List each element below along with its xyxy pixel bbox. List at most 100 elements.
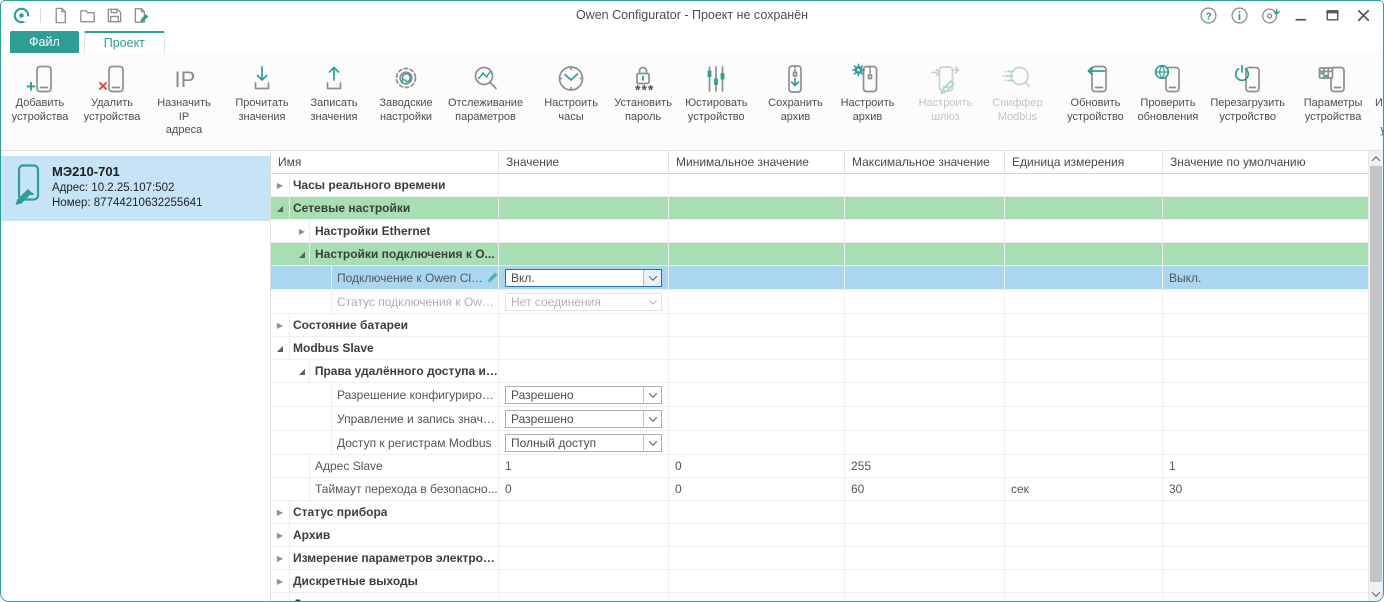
track-params-icon bbox=[470, 60, 502, 97]
close-icon[interactable] bbox=[1353, 5, 1373, 25]
value-dropdown[interactable]: Вкл. bbox=[505, 269, 662, 287]
set-password-button[interactable]: ***Установить пароль bbox=[607, 54, 679, 150]
expand-expander-icon[interactable]: ▶ bbox=[275, 577, 285, 586]
device-list-item[interactable]: МЭ210-701Адрес: 10.2.25.107:502Номер: 87… bbox=[1, 156, 270, 221]
edited-pencil-icon bbox=[487, 272, 498, 283]
minimize-icon[interactable] bbox=[1291, 5, 1311, 25]
open-project-icon[interactable] bbox=[77, 5, 97, 25]
read-values-button[interactable]: Прочитать значения bbox=[226, 54, 298, 150]
param-value-cell: Разрешено bbox=[499, 407, 669, 430]
min-value-cell bbox=[669, 337, 845, 359]
collapse-expander-icon[interactable]: ◢ bbox=[275, 204, 285, 213]
table-row[interactable]: ◢Права удалённого доступа из... bbox=[271, 360, 1369, 383]
param-value-cell bbox=[499, 570, 669, 592]
expand-expander-icon[interactable]: ▶ bbox=[275, 508, 285, 517]
column-header[interactable]: Минимальное значение bbox=[669, 151, 845, 173]
vertical-scrollbar[interactable] bbox=[1368, 151, 1383, 601]
value-dropdown[interactable]: Полный доступ bbox=[505, 434, 662, 452]
track-params-button[interactable]: Отслеживание параметров bbox=[442, 54, 529, 150]
help-icon[interactable]: ? bbox=[1198, 5, 1218, 25]
dropdown-arrow-button[interactable] bbox=[643, 387, 661, 403]
table-row[interactable]: ▶Архив bbox=[271, 524, 1369, 547]
table-row[interactable]: Управление и запись значе...Разрешено bbox=[271, 407, 1369, 431]
min-value-cell: 0 bbox=[669, 478, 845, 500]
set-clock-button[interactable]: Настроить часы bbox=[535, 54, 607, 150]
column-header[interactable]: Имя bbox=[271, 151, 499, 173]
value-dropdown[interactable]: Разрешено bbox=[505, 410, 662, 428]
max-value-cell bbox=[845, 290, 1005, 313]
max-value-cell bbox=[845, 431, 1005, 454]
table-row[interactable]: ▶Дискретные выходы bbox=[271, 570, 1369, 593]
check-updates-button[interactable]: Проверить обновления bbox=[1131, 54, 1204, 150]
table-row[interactable]: ▶Дискретные входы bbox=[271, 593, 1369, 601]
dropdown-arrow-button[interactable] bbox=[643, 435, 661, 451]
scroll-up-button[interactable] bbox=[1369, 151, 1383, 166]
table-row[interactable]: ▶Часы реального времени bbox=[271, 174, 1369, 197]
table-row[interactable]: ◢Настройки подключения к О... bbox=[271, 243, 1369, 266]
column-header[interactable]: Единица измерения bbox=[1005, 151, 1163, 173]
maximize-icon[interactable] bbox=[1322, 5, 1342, 25]
expand-expander-icon[interactable]: ▶ bbox=[297, 227, 307, 236]
table-row[interactable]: Статус подключения к Owe...Нет соединени… bbox=[271, 290, 1369, 314]
assign-ip-button[interactable]: IPНазначить IP адреса bbox=[148, 54, 220, 150]
toolbar-button-label: Настроить архив bbox=[841, 97, 895, 124]
expand-expander-icon[interactable]: ▶ bbox=[275, 321, 285, 330]
factory-settings-button[interactable]: Заводские настройки bbox=[370, 54, 442, 150]
table-row[interactable]: Подключение к Owen CloudВкл.Выкл. bbox=[271, 266, 1369, 290]
table-row[interactable]: ▶Статус прибора bbox=[271, 501, 1369, 524]
dropdown-arrow-button[interactable] bbox=[643, 411, 661, 427]
save-archive-button[interactable]: Сохранить архив bbox=[759, 54, 831, 150]
table-row[interactable]: ▶Измерение параметров электрос... bbox=[271, 547, 1369, 570]
expand-expander-icon[interactable]: ▶ bbox=[275, 181, 285, 190]
tab-файл[interactable]: Файл bbox=[10, 31, 79, 53]
set-password-icon: *** bbox=[627, 60, 659, 97]
save-project-icon[interactable] bbox=[104, 5, 124, 25]
update-device-button[interactable]: Обновить устройство bbox=[1059, 54, 1131, 150]
column-header[interactable]: Максимальное значение bbox=[845, 151, 1005, 173]
table-row[interactable]: Таймаут перехода в безопасно...0060сек30 bbox=[271, 478, 1369, 501]
delete-device-button[interactable]: ×Удалить устройства bbox=[76, 54, 148, 150]
table-row[interactable]: ◢Modbus Slave bbox=[271, 337, 1369, 360]
dropdown-arrow-button[interactable] bbox=[643, 270, 661, 286]
reboot-device-button[interactable]: Перезагрузить устройство bbox=[1204, 54, 1291, 150]
save-project-as-icon[interactable] bbox=[131, 5, 151, 25]
value-dropdown[interactable]: Разрешено bbox=[505, 386, 662, 404]
table-row[interactable]: Доступ к регистрам ModbusПолный доступ bbox=[271, 431, 1369, 455]
adjust-device-button[interactable]: Юстировать устройство bbox=[679, 54, 753, 150]
table-row[interactable]: Разрешение конфигуриров...Разрешено bbox=[271, 383, 1369, 407]
table-row[interactable]: ▶Настройки Ethernet bbox=[271, 220, 1369, 243]
scroll-down-button[interactable] bbox=[1369, 586, 1383, 601]
chevron-down-icon bbox=[1372, 588, 1380, 596]
device-params-button[interactable]: Параметры устройства bbox=[1297, 54, 1369, 150]
expand-expander-icon[interactable]: ▶ bbox=[275, 600, 285, 602]
config-archive-button[interactable]: Настроить архив bbox=[831, 54, 903, 150]
device-info-button[interactable]: Информация об устройстве bbox=[1369, 54, 1384, 150]
column-header[interactable]: Значение bbox=[499, 151, 669, 173]
default-value-cell: 30 bbox=[1163, 478, 1369, 500]
min-value-cell bbox=[669, 197, 845, 219]
scrollbar-thumb[interactable] bbox=[1370, 166, 1382, 582]
collapse-expander-icon[interactable]: ◢ bbox=[297, 367, 307, 376]
write-values-button[interactable]: Записать значения bbox=[298, 54, 370, 150]
add-device-button[interactable]: +Добавить устройства bbox=[4, 54, 76, 150]
chevron-down-icon bbox=[648, 296, 656, 304]
param-value-cell bbox=[499, 360, 669, 382]
collapse-expander-icon[interactable]: ◢ bbox=[275, 344, 285, 353]
new-project-icon[interactable] bbox=[50, 5, 70, 25]
column-header[interactable]: Значение по умолчанию bbox=[1163, 151, 1369, 173]
check-updates-icon[interactable] bbox=[1260, 5, 1280, 25]
collapse-expander-icon[interactable]: ◢ bbox=[297, 250, 307, 259]
unit-cell-text: сек bbox=[1011, 482, 1029, 496]
chevron-down-icon bbox=[648, 413, 656, 421]
info-icon[interactable] bbox=[1229, 5, 1249, 25]
table-row[interactable]: ◢Сетевые настройки bbox=[271, 197, 1369, 220]
tab-проект[interactable]: Проект bbox=[84, 31, 165, 53]
default-value-cell: Выкл. bbox=[1163, 266, 1369, 289]
table-header: ИмяЗначениеМинимальное значениеМаксималь… bbox=[271, 151, 1369, 174]
expand-expander-icon[interactable]: ▶ bbox=[275, 554, 285, 563]
expand-expander-icon[interactable]: ▶ bbox=[275, 531, 285, 540]
param-name-cell: ▶Настройки Ethernet bbox=[271, 220, 499, 242]
table-row[interactable]: Адрес Slave102551 bbox=[271, 455, 1369, 478]
toolbar-button-label: Назначить IP адреса bbox=[154, 97, 214, 138]
table-row[interactable]: ▶Состояние батареи bbox=[271, 314, 1369, 337]
